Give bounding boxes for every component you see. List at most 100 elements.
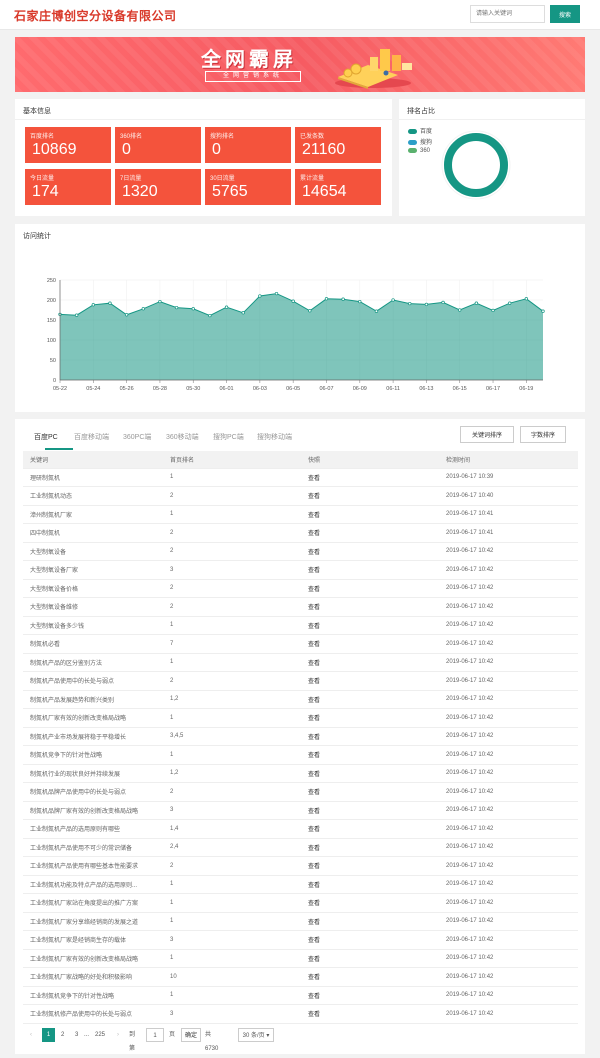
- table-row: 漳州制氮机厂家 1 查看 2019-06-17 10:41: [23, 505, 578, 524]
- next-page-button[interactable]: ›: [117, 1028, 119, 1042]
- tab-baidu-pc[interactable]: 百度PC: [34, 432, 58, 442]
- divider: [399, 119, 585, 120]
- col-check-time: 检测时间: [439, 451, 578, 469]
- x-tick-label: 05-30: [186, 386, 200, 392]
- cell-keyword: 制氮机竞争下的针对性战略: [23, 745, 163, 765]
- snapshot-view-link[interactable]: 查看: [301, 505, 439, 524]
- company-name: 石家庄博创空分设备有限公司: [14, 9, 177, 23]
- legend-baidu[interactable]: 百度: [408, 126, 432, 135]
- snapshot-view-link[interactable]: 查看: [301, 523, 439, 543]
- cell-check-time: 2019-06-17 10:42: [439, 690, 578, 709]
- cell-keyword: 工业制氮机厂家站在角度提出的推广方案: [23, 893, 163, 913]
- snapshot-view-link[interactable]: 查看: [301, 745, 439, 765]
- cell-rank: 2: [163, 856, 301, 876]
- banner-pattern: [15, 37, 585, 92]
- legend-360[interactable]: 360: [408, 148, 430, 154]
- snapshot-view-link[interactable]: 查看: [301, 801, 439, 820]
- legend-sogou[interactable]: 搜狗: [408, 137, 432, 146]
- cell-rank: 1: [163, 468, 301, 487]
- tab-360-pc[interactable]: 360PC端: [123, 432, 151, 442]
- snapshot-view-link[interactable]: 查看: [301, 486, 439, 506]
- snapshot-view-link[interactable]: 查看: [301, 819, 439, 839]
- x-tick-label: 06-17: [486, 386, 500, 392]
- cell-keyword: 漳州制氮机厂家: [23, 505, 163, 524]
- cell-keyword: 制氮机产品发展趋势和新兴类别: [23, 690, 163, 709]
- goto-page-input[interactable]: 1: [146, 1028, 164, 1042]
- snapshot-view-link[interactable]: 查看: [301, 782, 439, 802]
- stat-card: 360排名 0: [115, 127, 201, 163]
- cell-rank: 1: [163, 653, 301, 672]
- search-input[interactable]: [470, 5, 545, 23]
- sort-by-length-button[interactable]: 字数排序: [520, 426, 566, 443]
- page-3-button[interactable]: 3: [75, 1028, 78, 1042]
- goto-confirm-button[interactable]: 确定: [181, 1028, 201, 1042]
- stat-value: 174: [32, 183, 59, 200]
- cell-keyword: 制氮机产品使用中的长处与弱点: [23, 671, 163, 691]
- snapshot-view-link[interactable]: 查看: [301, 930, 439, 950]
- table-row: 理研制氮机 1 查看 2019-06-17 10:39: [23, 468, 578, 487]
- data-point: [141, 307, 145, 311]
- snapshot-view-link[interactable]: 查看: [301, 616, 439, 635]
- snapshot-view-link[interactable]: 查看: [301, 838, 439, 857]
- cell-rank: 1: [163, 875, 301, 894]
- legend-swatch: [408, 139, 417, 145]
- tab-baidu-mobile[interactable]: 百度移动端: [74, 432, 109, 442]
- banner-subtitle: 全网营销系统: [205, 71, 301, 82]
- cell-keyword: 理研制氮机: [23, 468, 163, 487]
- stat-value: 0: [212, 141, 221, 158]
- table-row: 工业制氮机厂家分享络经销商的发展之道 1 查看 2019-06-17 10:42: [23, 912, 578, 931]
- snapshot-view-link[interactable]: 查看: [301, 468, 439, 487]
- prev-page-button[interactable]: ‹: [30, 1028, 32, 1042]
- snapshot-view-link[interactable]: 查看: [301, 949, 439, 968]
- per-page-select[interactable]: 30 条/页 ▾: [238, 1028, 274, 1042]
- x-tick-label: 06-03: [253, 386, 267, 392]
- tab-sogou-mobile[interactable]: 搜狗移动端: [257, 432, 292, 442]
- tab-sogou-pc[interactable]: 搜狗PC端: [213, 432, 244, 442]
- snapshot-view-link[interactable]: 查看: [301, 542, 439, 561]
- snapshot-view-link[interactable]: 查看: [301, 764, 439, 783]
- cell-rank: 1,2: [163, 690, 301, 709]
- table-row: 工业制氮机厂家有效的创新改变格局战略 1 查看 2019-06-17 10:42: [23, 949, 578, 968]
- sort-by-keyword-button[interactable]: 关键词排序: [460, 426, 514, 443]
- table-row: 制氮机竞争下的针对性战略 1 查看 2019-06-17 10:42: [23, 745, 578, 765]
- col-rank: 首页排名: [163, 451, 301, 469]
- snapshot-view-link[interactable]: 查看: [301, 893, 439, 913]
- y-tick-label: 200: [47, 298, 56, 304]
- page-1-button[interactable]: 1: [42, 1028, 55, 1042]
- snapshot-view-link[interactable]: 查看: [301, 912, 439, 931]
- y-tick-label: 150: [47, 318, 56, 324]
- cell-check-time: 2019-06-17 10:42: [439, 912, 578, 931]
- cell-check-time: 2019-06-17 10:42: [439, 856, 578, 876]
- snapshot-view-link[interactable]: 查看: [301, 634, 439, 654]
- x-tick-label: 06-09: [353, 386, 367, 392]
- table-row: 大型制氧设备 2 查看 2019-06-17 10:42: [23, 542, 578, 561]
- cell-keyword: 制氮机产业市场发展将稳于平稳增长: [23, 727, 163, 746]
- last-page-button[interactable]: 225: [95, 1028, 105, 1042]
- cell-check-time: 2019-06-17 10:39: [439, 468, 578, 487]
- table-row: 大型制氧设备维修 2 查看 2019-06-17 10:42: [23, 597, 578, 617]
- cell-check-time: 2019-06-17 10:42: [439, 653, 578, 672]
- chevron-down-icon: ▾: [266, 1033, 270, 1039]
- snapshot-view-link[interactable]: 查看: [301, 727, 439, 746]
- page-2-button[interactable]: 2: [61, 1028, 64, 1042]
- data-point: [291, 299, 295, 303]
- search-button[interactable]: 搜索: [550, 5, 580, 23]
- tab-360-mobile[interactable]: 360移动端: [166, 432, 199, 442]
- snapshot-view-link[interactable]: 查看: [301, 579, 439, 598]
- snapshot-view-link[interactable]: 查看: [301, 560, 439, 580]
- x-tick-label: 06-11: [386, 386, 400, 392]
- snapshot-view-link[interactable]: 查看: [301, 708, 439, 728]
- snapshot-view-link[interactable]: 查看: [301, 653, 439, 672]
- snapshot-view-link[interactable]: 查看: [301, 1004, 439, 1024]
- snapshot-view-link[interactable]: 查看: [301, 875, 439, 894]
- x-tick-label: 06-07: [319, 386, 333, 392]
- data-point: [274, 291, 279, 296]
- snapshot-view-link[interactable]: 查看: [301, 986, 439, 1005]
- snapshot-view-link[interactable]: 查看: [301, 671, 439, 691]
- snapshot-view-link[interactable]: 查看: [301, 967, 439, 987]
- snapshot-view-link[interactable]: 查看: [301, 597, 439, 617]
- snapshot-view-link[interactable]: 查看: [301, 856, 439, 876]
- snapshot-view-link[interactable]: 查看: [301, 690, 439, 709]
- table-row: 制氮机厂家有效的创新改变格局战略 1 查看 2019-06-17 10:42: [23, 708, 578, 728]
- cell-rank: 1: [163, 912, 301, 931]
